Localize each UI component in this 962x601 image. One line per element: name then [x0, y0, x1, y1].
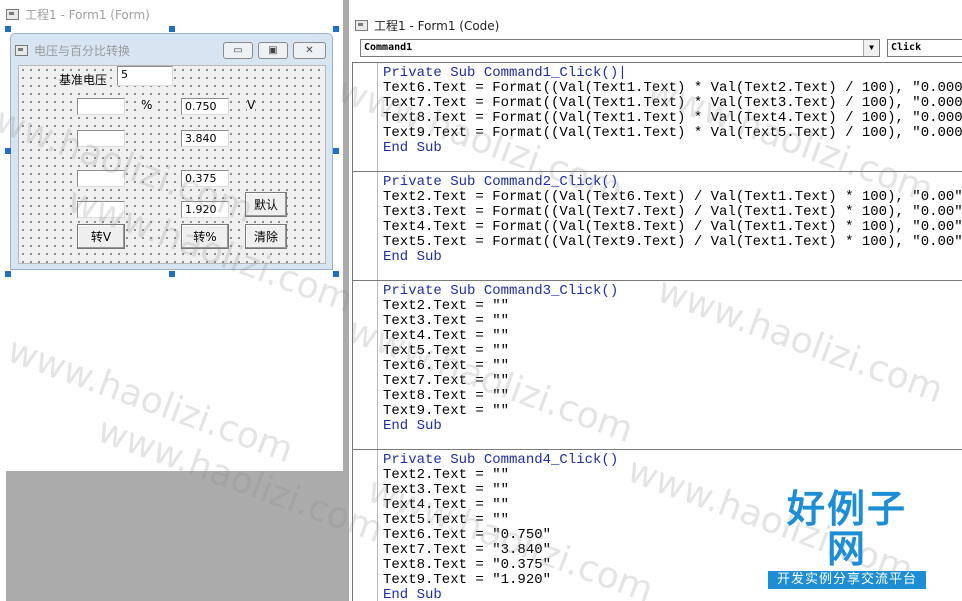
- volt-label: V: [247, 98, 256, 112]
- logo-title: 好例子网: [786, 487, 907, 571]
- code-line[interactable]: Private Sub Command1_Click()|: [383, 66, 962, 81]
- code-line[interactable]: End Sub: [383, 588, 962, 601]
- code-line[interactable]: Text8.Text = Format((Val(Text1.Text) * V…: [383, 111, 962, 126]
- code-line[interactable]: Text9.Text = "": [383, 404, 962, 419]
- resize-handle[interactable]: [333, 148, 339, 154]
- code-line[interactable]: End Sub: [383, 141, 962, 156]
- voltage-output-3[interactable]: 0.375: [181, 170, 229, 187]
- voltage-output-4[interactable]: 1.920: [181, 201, 229, 218]
- logo-subtitle: 开发实例分享交流平台: [768, 571, 926, 589]
- resize-handle[interactable]: [5, 148, 11, 154]
- clear-button[interactable]: 清除: [245, 224, 287, 249]
- designer-title: 工程1 - Form1 (Form): [25, 7, 150, 22]
- form-title: 电压与百分比转换: [34, 44, 131, 58]
- base-voltage-input[interactable]: 5: [117, 66, 173, 86]
- procedure-combo[interactable]: Click: [887, 39, 962, 57]
- code-line[interactable]: Text8.Text = "": [383, 389, 962, 404]
- code-line[interactable]: Text3.Text = "": [383, 314, 962, 329]
- code-line[interactable]: Text5.Text = Format((Val(Text9.Text) / V…: [383, 235, 962, 250]
- site-logo: 好例子网 开发实例分享交流平台: [768, 489, 926, 589]
- code-line[interactable]: Text4.Text = "": [383, 329, 962, 344]
- object-combo-value: Command1: [364, 42, 413, 53]
- code-line[interactable]: Text6.Text = Format((Val(Text1.Text) * V…: [383, 81, 962, 96]
- form-designer-window: 工程1 - Form1 (Form) 电压与百分比转换 ▭ ▣ ✕ 基准电压 5…: [0, 0, 343, 601]
- code-window-title: 工程1 - Form1 (Code): [374, 18, 500, 33]
- form-titlebar: 电压与百分比转换: [15, 42, 130, 59]
- code-line[interactable]: Text2.Text = "": [383, 299, 962, 314]
- close-button[interactable]: ✕: [293, 42, 326, 59]
- code-line[interactable]: Private Sub Command2_Click(): [383, 175, 962, 190]
- resize-handle[interactable]: [5, 26, 11, 32]
- code-icon: [355, 19, 368, 31]
- form-client-area: 基准电压 5 % V 0.750 3.840 0.375 1.920 默认 转V…: [18, 65, 326, 264]
- code-line[interactable]: Text4.Text = Format((Val(Text8.Text) / V…: [383, 220, 962, 235]
- resize-handle[interactable]: [169, 26, 175, 32]
- resize-handle[interactable]: [169, 271, 175, 277]
- default-button[interactable]: 默认: [245, 192, 287, 217]
- code-line[interactable]: Text6.Text = "": [383, 359, 962, 374]
- code-line[interactable]: End Sub: [383, 419, 962, 434]
- percent-input-1[interactable]: [77, 98, 125, 115]
- minimize-button[interactable]: ▭: [223, 42, 253, 59]
- object-combo[interactable]: Command1 ▼: [360, 39, 880, 57]
- code-line[interactable]: Text3.Text = Format((Val(Text7.Text) / V…: [383, 205, 962, 220]
- percent-label: %: [141, 98, 153, 112]
- resize-handle[interactable]: [333, 271, 339, 277]
- voltage-output-1[interactable]: 0.750: [181, 98, 229, 115]
- form-icon: [15, 45, 28, 56]
- percent-input-4[interactable]: [77, 201, 125, 218]
- to-percent-button[interactable]: 转%: [181, 224, 229, 249]
- resize-handle[interactable]: [5, 271, 11, 277]
- procedure-block[interactable]: Private Sub Command2_Click() Text2.Text =…: [353, 172, 962, 281]
- to-voltage-button[interactable]: 转V: [77, 224, 125, 249]
- procedure-combo-value: Click: [891, 42, 922, 53]
- code-line[interactable]: Text7.Text = "": [383, 374, 962, 389]
- voltage-output-2[interactable]: 3.840: [181, 130, 229, 147]
- code-line[interactable]: Text2.Text = Format((Val(Text6.Text) / V…: [383, 190, 962, 205]
- designer-titlebar: 工程1 - Form1 (Form): [0, 2, 150, 26]
- maximize-button[interactable]: ▣: [258, 42, 288, 59]
- resize-handle[interactable]: [333, 26, 339, 32]
- code-line[interactable]: Text7.Text = Format((Val(Text1.Text) * V…: [383, 96, 962, 111]
- procedure-block[interactable]: Private Sub Command1_Click()| Text6.Text …: [353, 63, 962, 172]
- percent-input-3[interactable]: [77, 170, 125, 187]
- base-voltage-label: 基准电压: [59, 71, 108, 88]
- code-titlebar: 工程1 - Form1 (Code): [349, 14, 499, 36]
- code-line[interactable]: Text5.Text = "": [383, 344, 962, 359]
- code-line[interactable]: Text9.Text = Format((Val(Text1.Text) * V…: [383, 126, 962, 141]
- form-icon: [6, 8, 19, 20]
- chevron-down-icon[interactable]: ▼: [863, 40, 879, 56]
- code-line[interactable]: End Sub: [383, 250, 962, 265]
- code-line[interactable]: Private Sub Command4_Click(): [383, 453, 962, 468]
- code-line[interactable]: Private Sub Command3_Click(): [383, 284, 962, 299]
- procedure-block[interactable]: Private Sub Command3_Click() Text2.Text =…: [353, 281, 962, 450]
- form1[interactable]: 电压与百分比转换 ▭ ▣ ✕ 基准电压 5 % V 0.750 3.840 0.…: [10, 33, 333, 270]
- code-line[interactable]: Text2.Text = "": [383, 468, 962, 483]
- designer-background: [6, 471, 343, 601]
- percent-input-2[interactable]: [77, 130, 125, 147]
